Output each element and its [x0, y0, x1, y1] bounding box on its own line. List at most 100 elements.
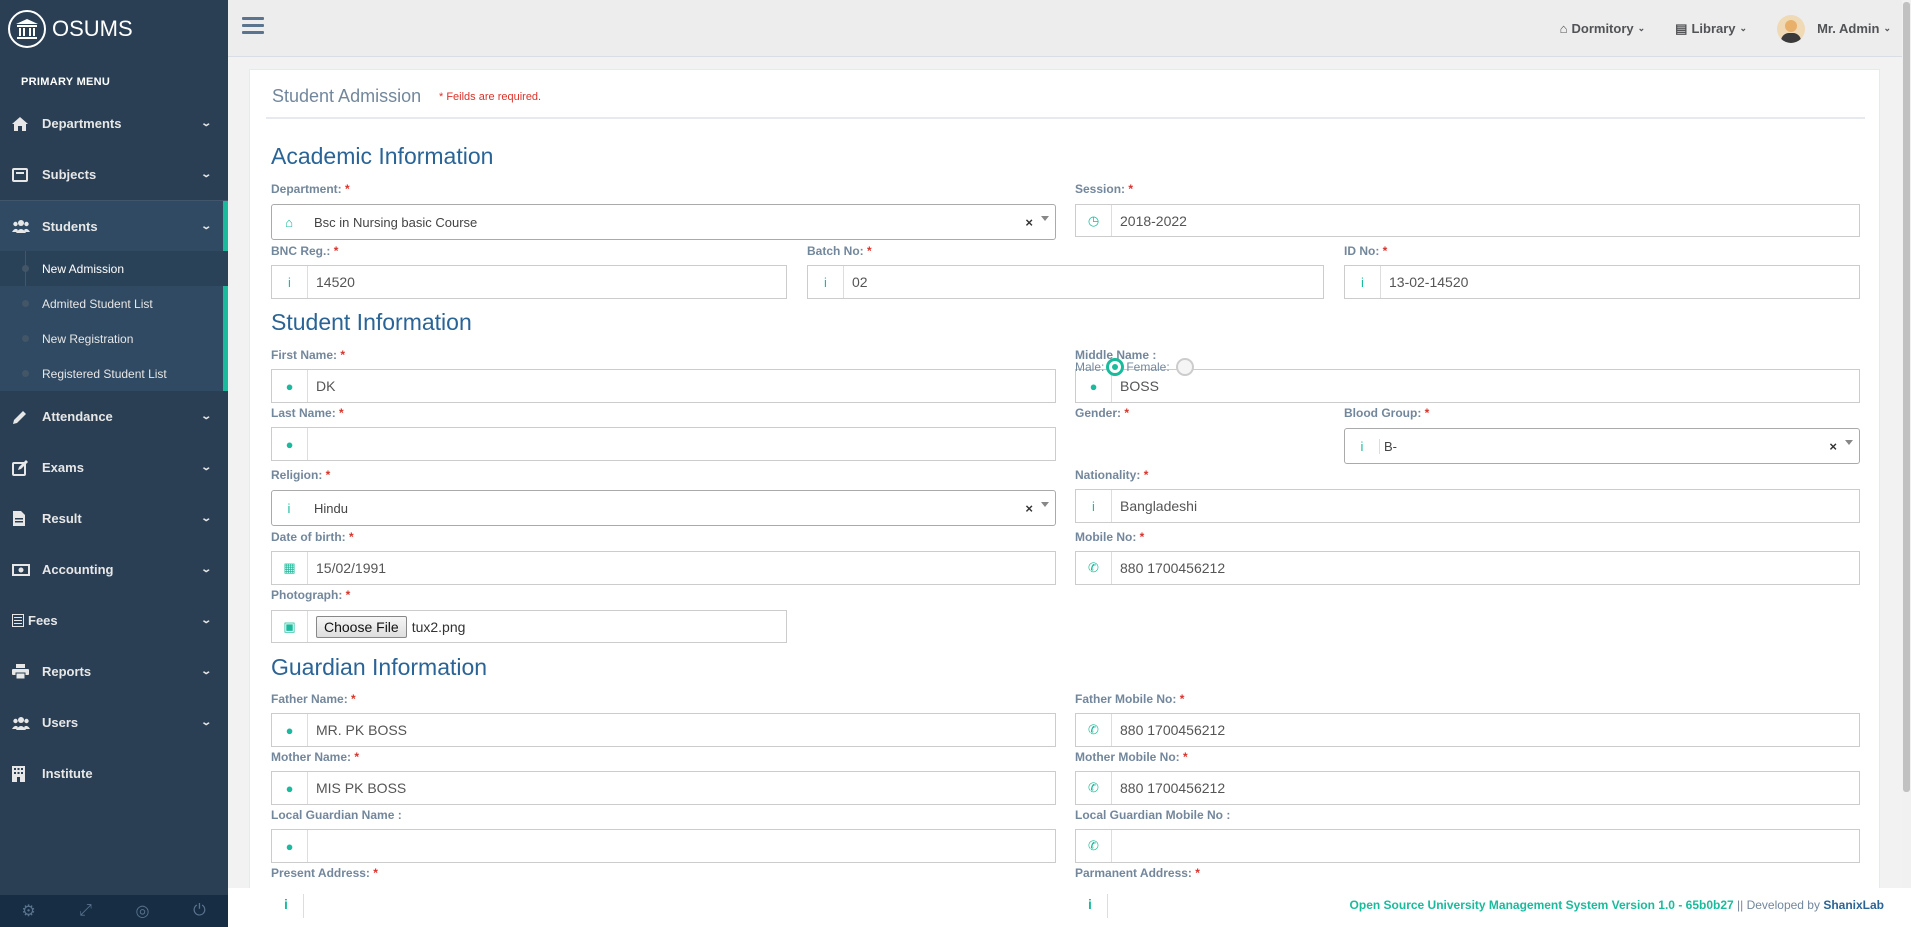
local-guardian-name-input[interactable]: ● [271, 829, 1056, 863]
dropdown-arrow-icon[interactable] [1041, 215, 1049, 221]
local-guardian-name-label: Local Guardian Name : [271, 808, 402, 822]
page-title: Student Admission [272, 86, 422, 106]
nationality-input[interactable]: i Bangladeshi [1075, 489, 1860, 523]
chevron-down-icon: ⌄ [1637, 23, 1646, 33]
info-icon: i [1360, 438, 1364, 454]
phone-icon: ✆ [1076, 552, 1112, 584]
sidebar-item-exams[interactable]: Exams ⌄ [0, 442, 228, 493]
sidebar-item-reports[interactable]: Reports ⌄ [0, 646, 228, 697]
dropdown-arrow-icon[interactable] [1845, 439, 1853, 445]
submenu-item-registered-student-list[interactable]: Registered Student List [0, 356, 228, 391]
mother-mobile-input[interactable]: ✆ 880 1700456212 [1075, 771, 1860, 805]
top-menu: ⌂ Dormitory ⌄ ▤ Library ⌄ Mr. Admin ⌄ [1560, 0, 1891, 57]
phone-icon: ✆ [1076, 830, 1112, 862]
first-name-value: DK [316, 378, 336, 394]
sidebar-item-accounting[interactable]: Accounting ⌄ [0, 544, 228, 595]
edit-icon [12, 459, 34, 476]
idno-label: ID No: * [1344, 244, 1388, 258]
male-radio[interactable] [1106, 358, 1125, 376]
sidebar-item-label: Subjects [42, 167, 97, 182]
blood-group-select[interactable]: i B- × [1344, 428, 1860, 464]
photo-file-input[interactable]: ▣ Choose File tux2.png [271, 610, 787, 643]
middle-name-value: BOSS [1120, 378, 1159, 394]
chevron-down-icon: ⌄ [199, 169, 212, 180]
submenu-item-new-admission[interactable]: New Admission [0, 251, 228, 286]
phone-icon: ✆ [1076, 772, 1112, 804]
gender-label: Gender: * [1075, 406, 1130, 420]
lock-icon[interactable]: ◎ [114, 895, 171, 927]
menu-toggle-icon[interactable] [242, 17, 264, 36]
sidebar-item-departments[interactable]: Departments ⌄ [0, 98, 228, 149]
last-name-input[interactable]: ● [271, 427, 1056, 461]
submenu-item-new-registration[interactable]: New Registration [0, 321, 228, 356]
dormitory-menu[interactable]: ⌂ Dormitory ⌄ [1560, 21, 1646, 36]
dropdown-arrow-icon[interactable] [1041, 501, 1049, 507]
dob-input[interactable]: ▦ 15/02/1991 [271, 551, 1056, 585]
local-guardian-mobile-label: Local Guardian Mobile No : [1075, 808, 1231, 822]
sidebar-item-result[interactable]: Result ⌄ [0, 493, 228, 544]
submenu-item-admitted-student-list[interactable]: Admited Student List [0, 286, 228, 321]
user-icon: ● [272, 428, 308, 460]
section-heading-guardian: Guardian Information [271, 654, 488, 680]
library-menu[interactable]: ▤ Library ⌄ [1675, 21, 1747, 37]
first-name-input[interactable]: ● DK [271, 369, 1056, 403]
fullscreen-icon[interactable]: ⤢ [57, 895, 114, 927]
users-icon [12, 716, 34, 730]
idno-input[interactable]: i 13-02-14520 [1344, 265, 1860, 299]
book-icon: ▤ [1675, 20, 1688, 36]
brand[interactable]: OSUMS [0, 0, 228, 57]
chevron-down-icon: ⌄ [199, 666, 212, 677]
idno-value: 13-02-14520 [1389, 274, 1469, 290]
scrollbar-thumb[interactable] [1903, 2, 1910, 792]
home-icon: ⌂ [1559, 21, 1568, 36]
user-icon: ● [272, 772, 308, 804]
chevron-down-icon: ⌄ [1883, 23, 1891, 33]
dob-label: Date of birth: * [271, 530, 354, 544]
department-select[interactable]: ⌂ Bsc in Nursing basic Course × [271, 204, 1056, 240]
top-navbar: ⌂ Dormitory ⌄ ▤ Library ⌄ Mr. Admin ⌄ [228, 0, 1911, 57]
settings-icon[interactable]: ⚙ [0, 895, 57, 927]
religion-select[interactable]: i Hindu × [271, 490, 1056, 526]
bnc-value: 14520 [316, 274, 355, 290]
user-menu[interactable]: Mr. Admin ⌄ [1777, 14, 1891, 43]
info-icon: i [1088, 896, 1092, 912]
file-icon [12, 510, 34, 527]
list-icon [12, 614, 26, 627]
session-field[interactable]: ◷ 2018-2022 [1075, 204, 1860, 237]
female-radio[interactable] [1175, 358, 1194, 376]
father-name-input[interactable]: ● MR. PK BOSS [271, 713, 1056, 747]
nationality-label: Nationality: * [1075, 468, 1149, 482]
students-submenu: New Admission Admited Student List New R… [0, 251, 228, 391]
power-icon[interactable]: ⏻ [171, 895, 228, 927]
clear-icon[interactable]: × [1025, 501, 1033, 516]
local-guardian-mobile-input[interactable]: ✆ [1075, 829, 1860, 863]
sidebar-item-students[interactable]: Students ⌄ [0, 200, 228, 251]
user-icon: ● [272, 370, 308, 402]
bnc-input[interactable]: i 14520 [271, 265, 787, 299]
sidebar-item-institute[interactable]: Institute [0, 748, 228, 799]
primary-menu: Departments ⌄ Subjects ⌄ Students ⌄ [0, 98, 228, 251]
sidebar-item-users[interactable]: Users ⌄ [0, 697, 228, 748]
father-mobile-input[interactable]: ✆ 880 1700456212 [1075, 713, 1860, 747]
avatar [1777, 14, 1806, 43]
sidebar-item-attendance[interactable]: Attendance ⌄ [0, 391, 228, 442]
info-icon: i [287, 500, 291, 516]
developer-link[interactable]: ShanixLab [1823, 898, 1884, 912]
clear-icon[interactable]: × [1829, 439, 1837, 454]
mobile-input[interactable]: ✆ 880 1700456212 [1075, 551, 1860, 585]
mother-name-input[interactable]: ● MIS PK BOSS [271, 771, 1056, 805]
sidebar-item-fees[interactable]: Fees ⌄ [0, 595, 228, 646]
choose-file-button[interactable]: Choose File [316, 615, 407, 638]
pencil-icon [12, 409, 34, 425]
sidebar-item-label: Reports [42, 664, 92, 679]
batch-input[interactable]: i 02 [807, 265, 1324, 299]
file-name: tux2.png [411, 618, 466, 635]
sidebar: OSUMS PRIMARY MENU Departments ⌄ Subject… [0, 0, 228, 927]
clear-icon[interactable]: × [1025, 215, 1033, 230]
sidebar-item-subjects[interactable]: Subjects ⌄ [0, 149, 228, 200]
scrollbar[interactable] [1902, 0, 1911, 888]
info-icon: i [1076, 490, 1112, 522]
father-name-label: Father Name: * [271, 692, 356, 706]
chevron-down-icon: ⌄ [1739, 23, 1748, 33]
phone-icon: ✆ [1076, 714, 1112, 746]
